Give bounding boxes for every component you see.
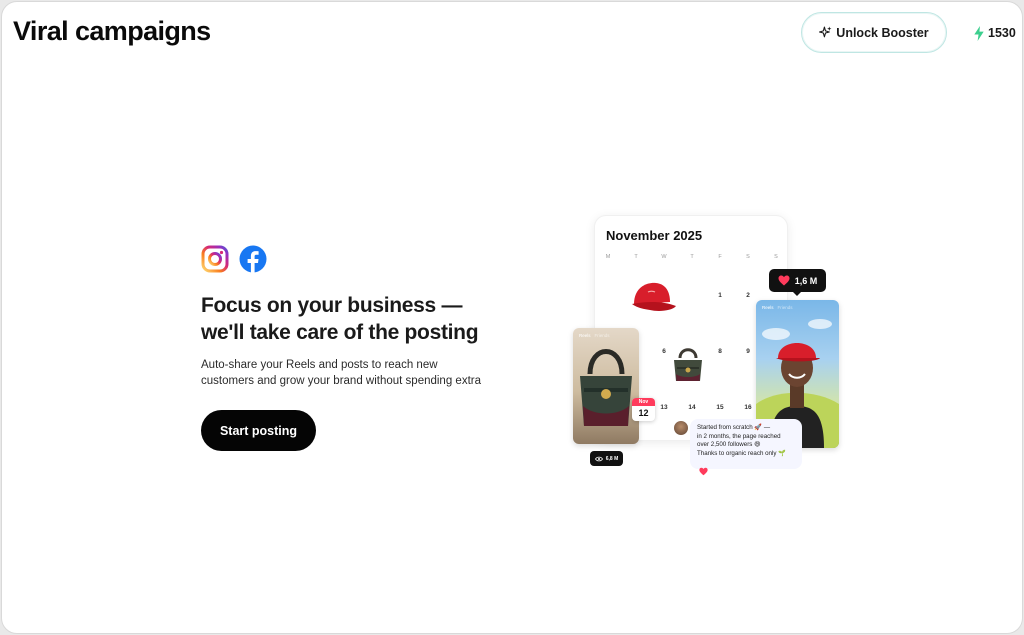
headline-line-2: we'll take care of the posting [201,321,479,344]
badge-month: Nov [632,398,655,406]
headline-line-1: Focus on your business — [201,294,463,317]
app-frame: Viral campaigns Unlock Booster 1530 Focu… [1,1,1023,634]
calendar-title: November 2025 [606,228,703,243]
handbag-photo [580,349,632,426]
calendar-weekdays: M T W T F S S [595,254,789,264]
weekday-label: W [661,254,667,260]
avatar [673,420,689,436]
credits-balance: 1530 [974,24,1016,42]
instagram-icon [201,245,229,273]
weekday-label: S [746,254,750,260]
eye-icon [594,456,603,461]
calendar-day: 15 [716,404,724,411]
calendar-day: 13 [660,404,668,411]
card-tabs: Reels Friends [762,305,793,310]
unlock-booster-label: Unlock Booster [836,25,929,40]
hero-headline: Focus on your business — we'll take care… [201,292,561,346]
comment-line: Started from scratch 🚀 — [697,424,771,431]
weekday-label: T [690,254,694,260]
calendar-day: 14 [688,404,696,411]
unlock-booster-button[interactable]: Unlock Booster [801,12,947,53]
weekday-label: M [605,254,611,260]
description-line-1: Auto-share your Reels and posts to reach… [201,359,438,371]
calendar-day: 2 [746,292,750,299]
lightning-bolt-icon [974,25,984,41]
comment-line: in 2 months, the page reached [697,432,781,440]
heart-icon [778,275,790,286]
hero-description: Auto-share your Reels and posts to reach… [201,357,521,389]
weekday-label: S [774,254,778,260]
comment-bubble: Started from scratch 🚀 — in 2 months, th… [673,419,802,469]
comment-line: Thanks to organic reach only 🌱 [697,449,786,457]
handbag-image [674,348,702,381]
platform-icons [201,245,267,273]
sparkle-icon [819,26,832,38]
red-cap-image [632,282,676,311]
views-value: 6,8 M [605,455,619,462]
views-counter: 6,8 M [590,451,623,466]
facebook-icon [239,245,267,273]
tab-reels: Reels [762,305,774,310]
calendar-day: 8 [718,348,722,355]
likes-value: 1,6 M [794,275,818,286]
calendar-day: 9 [746,348,750,355]
comment-line: over 2,500 followers 😄 [697,441,761,448]
post-card-handbag: Reels Friends [573,328,639,444]
calendar-day: 1 [718,292,722,299]
calendar-day: 16 [744,404,752,411]
weekday-label: F [718,254,722,260]
heart-icon [699,467,708,476]
page-title: Viral campaigns [13,16,211,46]
weekday-label: T [634,254,638,260]
description-line-2: customers and grow your brand without sp… [201,375,481,387]
tab-friends: Friends [777,305,793,310]
scheduled-date-badge: Nov 12 [632,398,655,421]
badge-day: 12 [638,408,649,418]
comment-text: Started from scratch 🚀 — in 2 months, th… [697,424,786,458]
credits-value: 1530 [988,26,1016,40]
likes-counter: 1,6 M [769,269,826,296]
start-posting-button[interactable]: Start posting [201,410,316,451]
